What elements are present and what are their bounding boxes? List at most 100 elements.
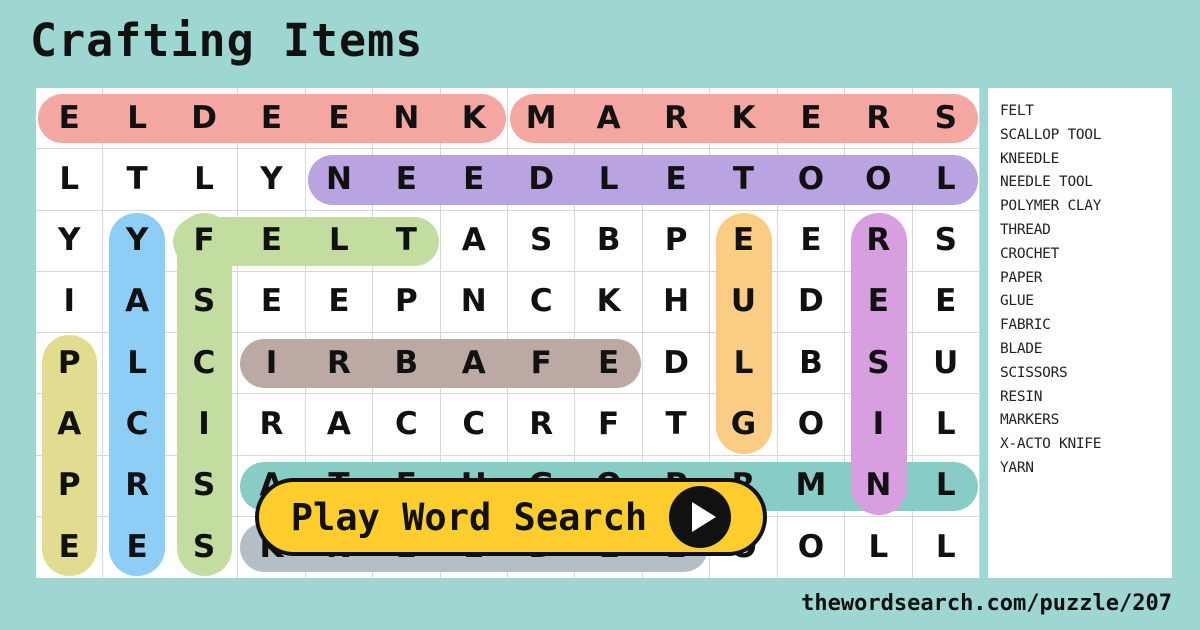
grid-cell[interactable]: C xyxy=(508,271,576,333)
grid-cell[interactable]: E xyxy=(440,149,508,211)
grid-cell[interactable]: E xyxy=(305,88,374,150)
grid-cell[interactable]: Y xyxy=(103,211,171,272)
grid-cell[interactable]: R xyxy=(103,456,171,517)
grid-cell[interactable]: P xyxy=(36,455,104,517)
grid-cell[interactable]: C xyxy=(373,394,441,456)
grid-letter: I xyxy=(872,405,885,442)
grid-cell[interactable]: O xyxy=(777,394,846,456)
grid-cell[interactable]: O xyxy=(778,516,846,578)
grid-cell[interactable]: I xyxy=(845,394,913,456)
grid-cell[interactable]: L xyxy=(912,455,980,517)
grid-cell[interactable]: S xyxy=(170,271,239,333)
grid-cell[interactable]: L xyxy=(845,516,913,578)
grid-cell[interactable]: I xyxy=(170,394,239,456)
grid-cell[interactable]: F xyxy=(575,394,643,456)
grid-cell[interactable]: L xyxy=(912,149,980,211)
grid-cell[interactable]: L xyxy=(305,210,374,272)
grid-cell[interactable]: N xyxy=(305,149,374,211)
grid-cell[interactable]: D xyxy=(777,271,846,333)
grid-cell[interactable]: L xyxy=(103,88,171,150)
grid-cell[interactable]: E xyxy=(912,271,980,333)
play-word-search-button[interactable]: Play Word Search xyxy=(255,478,767,556)
grid-cell[interactable]: D xyxy=(170,88,239,150)
grid-cell[interactable]: L xyxy=(575,149,643,211)
grid-cell[interactable]: E xyxy=(845,271,913,333)
grid-cell[interactable]: D xyxy=(508,149,576,211)
grid-cell[interactable]: D xyxy=(642,333,711,395)
grid-cell[interactable]: G xyxy=(710,394,778,456)
grid-cell[interactable]: E xyxy=(777,210,846,272)
grid-cell[interactable]: A xyxy=(440,333,508,395)
grid-cell[interactable]: N xyxy=(440,271,508,333)
grid-cell[interactable]: L xyxy=(103,333,171,395)
grid-cell[interactable]: N xyxy=(373,88,441,150)
grid-cell[interactable]: S xyxy=(170,455,239,517)
grid-cell[interactable]: E xyxy=(238,210,306,272)
grid-cell[interactable]: S xyxy=(845,333,913,395)
grid-cell[interactable]: E xyxy=(373,149,441,211)
grid-cell[interactable]: H xyxy=(642,271,711,333)
grid-cell[interactable]: R xyxy=(642,88,711,150)
grid-cell[interactable]: L xyxy=(913,516,980,578)
grid-cell[interactable]: A xyxy=(36,394,104,456)
grid-cell[interactable]: S xyxy=(912,88,980,150)
grid-cell[interactable]: P xyxy=(373,271,441,333)
grid-cell[interactable]: L xyxy=(710,333,778,395)
grid-cell[interactable]: E xyxy=(103,517,170,578)
grid-cell[interactable]: E xyxy=(36,516,104,578)
grid-cell[interactable]: I xyxy=(36,271,104,333)
grid-cell[interactable]: K xyxy=(710,88,778,150)
grid-cell[interactable]: A xyxy=(440,210,508,272)
grid-cell[interactable]: K xyxy=(440,88,508,150)
grid-cell[interactable]: L xyxy=(36,149,104,211)
grid-cell[interactable]: T xyxy=(373,210,441,272)
grid-cell[interactable]: O xyxy=(845,149,913,211)
grid-cell[interactable]: C xyxy=(103,394,171,456)
grid-cell[interactable]: R xyxy=(508,394,576,456)
grid-cell[interactable]: T xyxy=(710,149,778,211)
grid-cell[interactable]: M xyxy=(777,455,846,517)
grid-cell[interactable]: R xyxy=(238,394,306,456)
grid-cell[interactable]: S xyxy=(912,210,980,272)
grid-cell[interactable]: F xyxy=(170,210,239,272)
grid-cell[interactable]: Y xyxy=(36,210,104,272)
grid-cell[interactable]: T xyxy=(103,149,171,211)
grid-cell[interactable]: C xyxy=(170,333,239,395)
grid-cell[interactable]: B xyxy=(575,210,643,272)
grid-cell[interactable]: S xyxy=(508,210,576,272)
grid-cell[interactable]: A xyxy=(305,394,374,456)
grid-cell[interactable]: C xyxy=(440,394,508,456)
grid-cell[interactable]: B xyxy=(373,333,441,395)
grid-cell[interactable]: E xyxy=(36,88,104,150)
grid-cell[interactable]: R xyxy=(305,333,374,395)
grid-cell[interactable]: I xyxy=(238,333,306,395)
grid-cell[interactable]: O xyxy=(777,149,846,211)
grid-cell[interactable]: U xyxy=(710,271,778,333)
grid-cell[interactable]: B xyxy=(777,333,846,395)
grid-cell[interactable]: K xyxy=(575,271,643,333)
grid-cell[interactable]: R xyxy=(845,210,913,272)
grid-letter: A xyxy=(461,222,486,259)
grid-cell[interactable]: E xyxy=(777,88,846,150)
grid-cell[interactable]: E xyxy=(575,333,643,395)
grid-cell[interactable]: S xyxy=(171,516,239,578)
grid-cell[interactable]: N xyxy=(845,455,913,517)
grid-cell[interactable]: U xyxy=(912,333,980,395)
grid-cell[interactable]: Y xyxy=(238,149,306,211)
grid-cell[interactable]: E xyxy=(642,149,711,211)
grid-cell[interactable]: A xyxy=(575,88,643,150)
grid-cell[interactable]: P xyxy=(642,210,711,272)
grid-cell[interactable]: A xyxy=(103,272,171,333)
grid-cell[interactable]: P xyxy=(36,333,104,395)
grid-cell[interactable]: L xyxy=(170,149,239,211)
grid-cell[interactable]: E xyxy=(238,88,306,150)
grid-cell[interactable]: T xyxy=(642,394,711,456)
grid-cell[interactable]: F xyxy=(508,333,576,395)
grid-letter: L xyxy=(868,528,889,565)
grid-cell[interactable]: L xyxy=(912,394,980,456)
grid-cell[interactable]: E xyxy=(238,271,306,333)
grid-cell[interactable]: R xyxy=(845,88,913,150)
grid-cell[interactable]: E xyxy=(710,210,778,272)
grid-cell[interactable]: E xyxy=(305,271,374,333)
grid-cell[interactable]: M xyxy=(508,88,576,150)
